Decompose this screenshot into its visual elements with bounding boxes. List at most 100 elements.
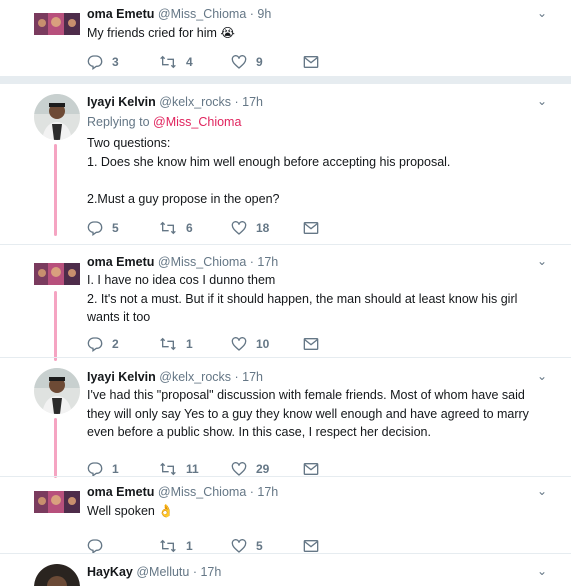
tweet-actions: 3 4 9 bbox=[87, 52, 319, 72]
retweet-count: 11 bbox=[186, 462, 199, 476]
message-icon bbox=[303, 222, 319, 234]
username[interactable]: @Mellutu bbox=[136, 565, 189, 579]
tweet-text: I. I have no idea cos I dunno them 2. It… bbox=[87, 273, 518, 324]
reply-button[interactable]: 5 bbox=[87, 220, 159, 236]
tweet[interactable]: HayKay @Mellutu · 17h ⌄ bbox=[0, 554, 571, 586]
retweet-button[interactable]: 11 bbox=[159, 461, 231, 477]
retweet-icon bbox=[160, 55, 176, 69]
reply-count: 3 bbox=[112, 55, 119, 69]
avatar[interactable] bbox=[34, 368, 80, 414]
thread-connector bbox=[54, 418, 57, 478]
avatar[interactable] bbox=[34, 491, 80, 513]
timestamp[interactable]: · 17h bbox=[235, 95, 264, 109]
message-icon bbox=[303, 338, 319, 350]
tweet[interactable]: Iyayi Kelvin @kelx_rocks · 17h Replying … bbox=[0, 84, 571, 244]
display-name[interactable]: oma Emetu bbox=[87, 255, 154, 269]
like-count: 5 bbox=[256, 539, 263, 553]
display-name[interactable]: oma Emetu bbox=[87, 7, 154, 21]
message-icon bbox=[303, 56, 319, 68]
direct-message-button[interactable] bbox=[303, 462, 319, 476]
direct-message-button[interactable] bbox=[303, 337, 319, 351]
replying-to: Replying to @Miss_Chioma bbox=[87, 113, 547, 131]
thread-connector bbox=[54, 291, 57, 361]
divider bbox=[0, 76, 571, 84]
tweet-header: Iyayi Kelvin @kelx_rocks · 17h bbox=[87, 369, 547, 385]
reply-count: 2 bbox=[112, 337, 119, 351]
tweet-text: My friends cried for him 😭 bbox=[87, 26, 235, 40]
tweet-actions: 2 1 10 bbox=[87, 334, 319, 354]
timestamp[interactable]: · 17h bbox=[193, 565, 222, 579]
avatar[interactable] bbox=[34, 263, 80, 285]
like-button[interactable]: 9 bbox=[231, 54, 303, 70]
username[interactable]: @kelx_rocks bbox=[159, 95, 231, 109]
like-icon bbox=[231, 539, 247, 553]
tweet-text: I've had this "proposal" discussion with… bbox=[87, 388, 529, 439]
direct-message-button[interactable] bbox=[303, 539, 319, 553]
display-name[interactable]: HayKay bbox=[87, 565, 133, 579]
reply-icon bbox=[87, 337, 103, 352]
reply-count: 5 bbox=[112, 221, 119, 235]
username[interactable]: @kelx_rocks bbox=[159, 370, 231, 384]
tweet[interactable]: Iyayi Kelvin @kelx_rocks · 17h I've had … bbox=[0, 358, 571, 478]
like-button[interactable]: 5 bbox=[231, 538, 303, 554]
reply-button[interactable]: 1 bbox=[87, 461, 159, 477]
username[interactable]: @Miss_Chioma bbox=[158, 485, 246, 499]
like-icon bbox=[231, 337, 247, 351]
chevron-down-icon[interactable]: ⌄ bbox=[537, 6, 547, 20]
retweet-button[interactable]: 6 bbox=[159, 220, 231, 236]
chevron-down-icon[interactable]: ⌄ bbox=[537, 564, 547, 578]
chevron-down-icon[interactable]: ⌄ bbox=[537, 94, 547, 108]
tweet[interactable]: oma Emetu @Miss_Chioma · 9h My friends c… bbox=[0, 0, 571, 76]
chevron-down-icon[interactable]: ⌄ bbox=[537, 484, 547, 498]
direct-message-button[interactable] bbox=[303, 221, 319, 235]
replying-to-label: Replying to bbox=[87, 115, 154, 129]
tweet-header: oma Emetu @Miss_Chioma · 17h bbox=[87, 254, 547, 270]
display-name[interactable]: Iyayi Kelvin bbox=[87, 95, 156, 109]
avatar[interactable] bbox=[34, 13, 80, 35]
username[interactable]: @Miss_Chioma bbox=[158, 255, 246, 269]
retweet-button[interactable]: 1 bbox=[159, 538, 231, 554]
tweet[interactable]: oma Emetu @Miss_Chioma · 17h Well spoken… bbox=[0, 477, 571, 554]
reply-button[interactable] bbox=[87, 538, 159, 554]
username[interactable]: @Miss_Chioma bbox=[158, 7, 246, 21]
reply-icon bbox=[87, 462, 103, 477]
retweet-icon bbox=[160, 462, 176, 476]
message-icon bbox=[303, 540, 319, 552]
like-icon bbox=[231, 55, 247, 69]
retweet-count: 1 bbox=[186, 539, 193, 553]
retweet-icon bbox=[160, 337, 176, 351]
avatar[interactable] bbox=[34, 564, 80, 586]
like-count: 29 bbox=[256, 462, 270, 476]
like-button[interactable]: 10 bbox=[231, 336, 303, 352]
reply-button[interactable]: 2 bbox=[87, 336, 159, 352]
like-count: 10 bbox=[256, 337, 270, 351]
retweet-icon bbox=[160, 539, 176, 553]
tweet[interactable]: oma Emetu @Miss_Chioma · 17h I. I have n… bbox=[0, 245, 571, 361]
chevron-down-icon[interactable]: ⌄ bbox=[537, 254, 547, 268]
timestamp[interactable]: · 17h bbox=[250, 485, 279, 499]
direct-message-button[interactable] bbox=[303, 55, 319, 69]
like-count: 9 bbox=[256, 55, 263, 69]
display-name[interactable]: Iyayi Kelvin bbox=[87, 370, 156, 384]
reply-button[interactable]: 3 bbox=[87, 54, 159, 70]
chevron-down-icon[interactable]: ⌄ bbox=[537, 369, 547, 383]
tweet-header: HayKay @Mellutu · 17h bbox=[87, 564, 547, 580]
retweet-count: 4 bbox=[186, 55, 193, 69]
retweet-button[interactable]: 1 bbox=[159, 336, 231, 352]
retweet-button[interactable]: 4 bbox=[159, 54, 231, 70]
like-icon bbox=[231, 221, 247, 235]
retweet-count: 6 bbox=[186, 221, 193, 235]
reply-icon bbox=[87, 55, 103, 70]
replying-to-link[interactable]: @Miss_Chioma bbox=[153, 115, 241, 129]
timestamp[interactable]: · 9h bbox=[250, 7, 272, 21]
tweet-header: Iyayi Kelvin @kelx_rocks · 17h bbox=[87, 94, 547, 110]
like-button[interactable]: 18 bbox=[231, 220, 303, 236]
avatar[interactable] bbox=[34, 94, 80, 140]
timestamp[interactable]: · 17h bbox=[250, 255, 279, 269]
timestamp[interactable]: · 17h bbox=[235, 370, 264, 384]
retweet-count: 1 bbox=[186, 337, 193, 351]
retweet-icon bbox=[160, 221, 176, 235]
display-name[interactable]: oma Emetu bbox=[87, 485, 154, 499]
like-button[interactable]: 29 bbox=[231, 461, 303, 477]
tweet-actions: 5 6 18 bbox=[87, 218, 319, 238]
